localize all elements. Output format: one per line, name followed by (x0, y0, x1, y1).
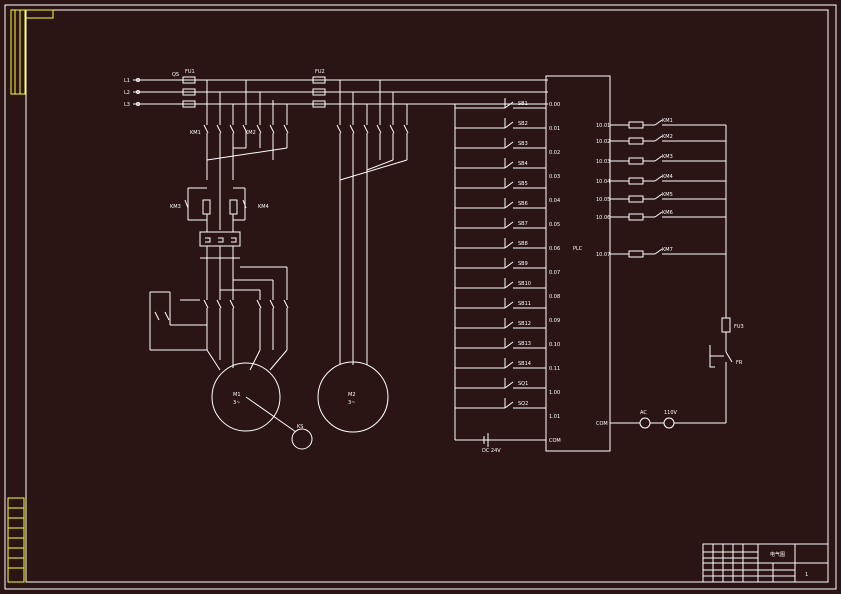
plc-input-terminal: 0.09 (549, 318, 560, 324)
input-switch-label: SB4 (518, 161, 528, 167)
tachometer-label: KS (297, 424, 303, 430)
plc-input-terminal: COM (549, 438, 561, 444)
plc-input-terminal: 0.05 (549, 222, 560, 228)
ac-label: AC (640, 410, 647, 416)
output-device-label: KM1 (662, 118, 673, 124)
plc-output-terminal: 10.06 (596, 215, 610, 221)
fuse-fu3-label: FU3 (734, 324, 744, 330)
input-switch-label: SQ2 (518, 401, 528, 407)
input-switch-label: SB6 (518, 201, 528, 207)
plc-input-terminal: 0.00 (549, 102, 560, 108)
plc-output-terminal: 10.02 (596, 139, 610, 145)
output-device-label: KM3 (662, 154, 673, 160)
output-device-label: KM6 (662, 210, 673, 216)
plc-input-terminal: 0.10 (549, 342, 560, 348)
input-switch-label: SB5 (518, 181, 528, 187)
plc-output-rungs: 10.01 KM1 10.02 KM2 10.03 KM3 10.04 KM4 10.05 KM5… (596, 118, 726, 258)
plc-input-terminal: 1.00 (549, 390, 560, 396)
plc-input-terminal: 0.01 (549, 126, 560, 132)
plc-output-terminal: 10.03 (596, 159, 610, 165)
main-motor-name: M1 (233, 392, 241, 398)
pump-motor-name: M2 (348, 392, 356, 398)
input-switch-label: SB10 (518, 281, 531, 287)
title-sheet: 1 (805, 572, 808, 578)
schematic-canvas: 电气图 1 L1 L2 L3 QS FU1 FU2 KM1 KM2 KM3 KM… (4, 4, 837, 590)
input-switch-label: SQ1 (518, 381, 528, 387)
pump-motor-sub: 3~ (348, 400, 355, 406)
input-switch-label: SB2 (518, 121, 528, 127)
fuse-fu2-label: FU2 (315, 69, 325, 75)
phase-label-l1: L1 (124, 78, 130, 84)
top-left-table (10, 9, 54, 95)
plc-input-terminal: 0.08 (549, 294, 560, 300)
contactor-km3-label: KM3 (170, 204, 181, 210)
plc-input-terminal: 0.06 (549, 246, 560, 252)
plc-output-terminal: 10.05 (596, 197, 610, 203)
plc-input-terminal: 0.11 (549, 366, 560, 372)
dc-supply-label: DC 24V (482, 448, 501, 454)
input-switch-label: SB14 (518, 361, 531, 367)
plc-label: PLC (573, 246, 583, 252)
output-device-label: KM2 (662, 134, 673, 140)
bottom-left-table (7, 497, 25, 583)
plc-input-terminal: 0.02 (549, 150, 560, 156)
contactor-km4-label: KM4 (258, 204, 269, 210)
input-switch-label: SB9 (518, 261, 528, 267)
plc-input-rungs: 0.00 0.01 0.02 0.03 0.04 0.05 0.06 0.07 0.08 0.09… (455, 98, 561, 444)
thermal-relay-contact (709, 345, 733, 368)
input-switch-label: SB8 (518, 241, 528, 247)
fuse-fu1-label: FU1 (185, 69, 195, 75)
input-switch-label: SB12 (518, 321, 531, 327)
title-name: 电气图 (770, 551, 785, 558)
main-motor-sub: 3~ (233, 400, 240, 406)
breaker-qs-label: QS (172, 72, 179, 78)
output-device-label: KM5 (662, 192, 673, 198)
fr-label: FR (736, 360, 743, 366)
plc-output-terminal: 10.04 (596, 179, 610, 185)
fuse-fu3 (721, 317, 731, 333)
inner-border (25, 9, 829, 583)
output-device-label: KM4 (662, 174, 673, 180)
phase-label-l3: L3 (124, 102, 130, 108)
input-switch-label: SB3 (518, 141, 528, 147)
input-switch-label: SB7 (518, 221, 528, 227)
plc-output-terminal: 10.07 (596, 252, 610, 258)
plc-output-terminal: 10.01 (596, 123, 610, 129)
plc-input-terminal: 0.07 (549, 270, 560, 276)
title-block: 电气图 1 (702, 543, 829, 583)
input-switch-label: SB11 (518, 301, 531, 307)
phase-label-l2: L2 (124, 90, 130, 96)
plc-com-out: COM (596, 421, 608, 427)
input-switch-label: SB1 (518, 101, 528, 107)
tachometer (291, 428, 313, 450)
ac-voltage-label: 110V (664, 410, 678, 416)
contactor-km1-label: KM1 (190, 130, 201, 136)
input-switch-label: SB13 (518, 341, 531, 347)
output-device-label: KM7 (662, 247, 673, 253)
main-power-circuit: L1 L2 L3 QS FU1 FU2 KM1 KM2 KM3 KM4 M1 3… (124, 69, 548, 450)
plc-input-terminal: 1.01 (549, 414, 560, 420)
plc-input-terminal: 0.04 (549, 198, 560, 204)
plc-input-terminal: 0.03 (549, 174, 560, 180)
